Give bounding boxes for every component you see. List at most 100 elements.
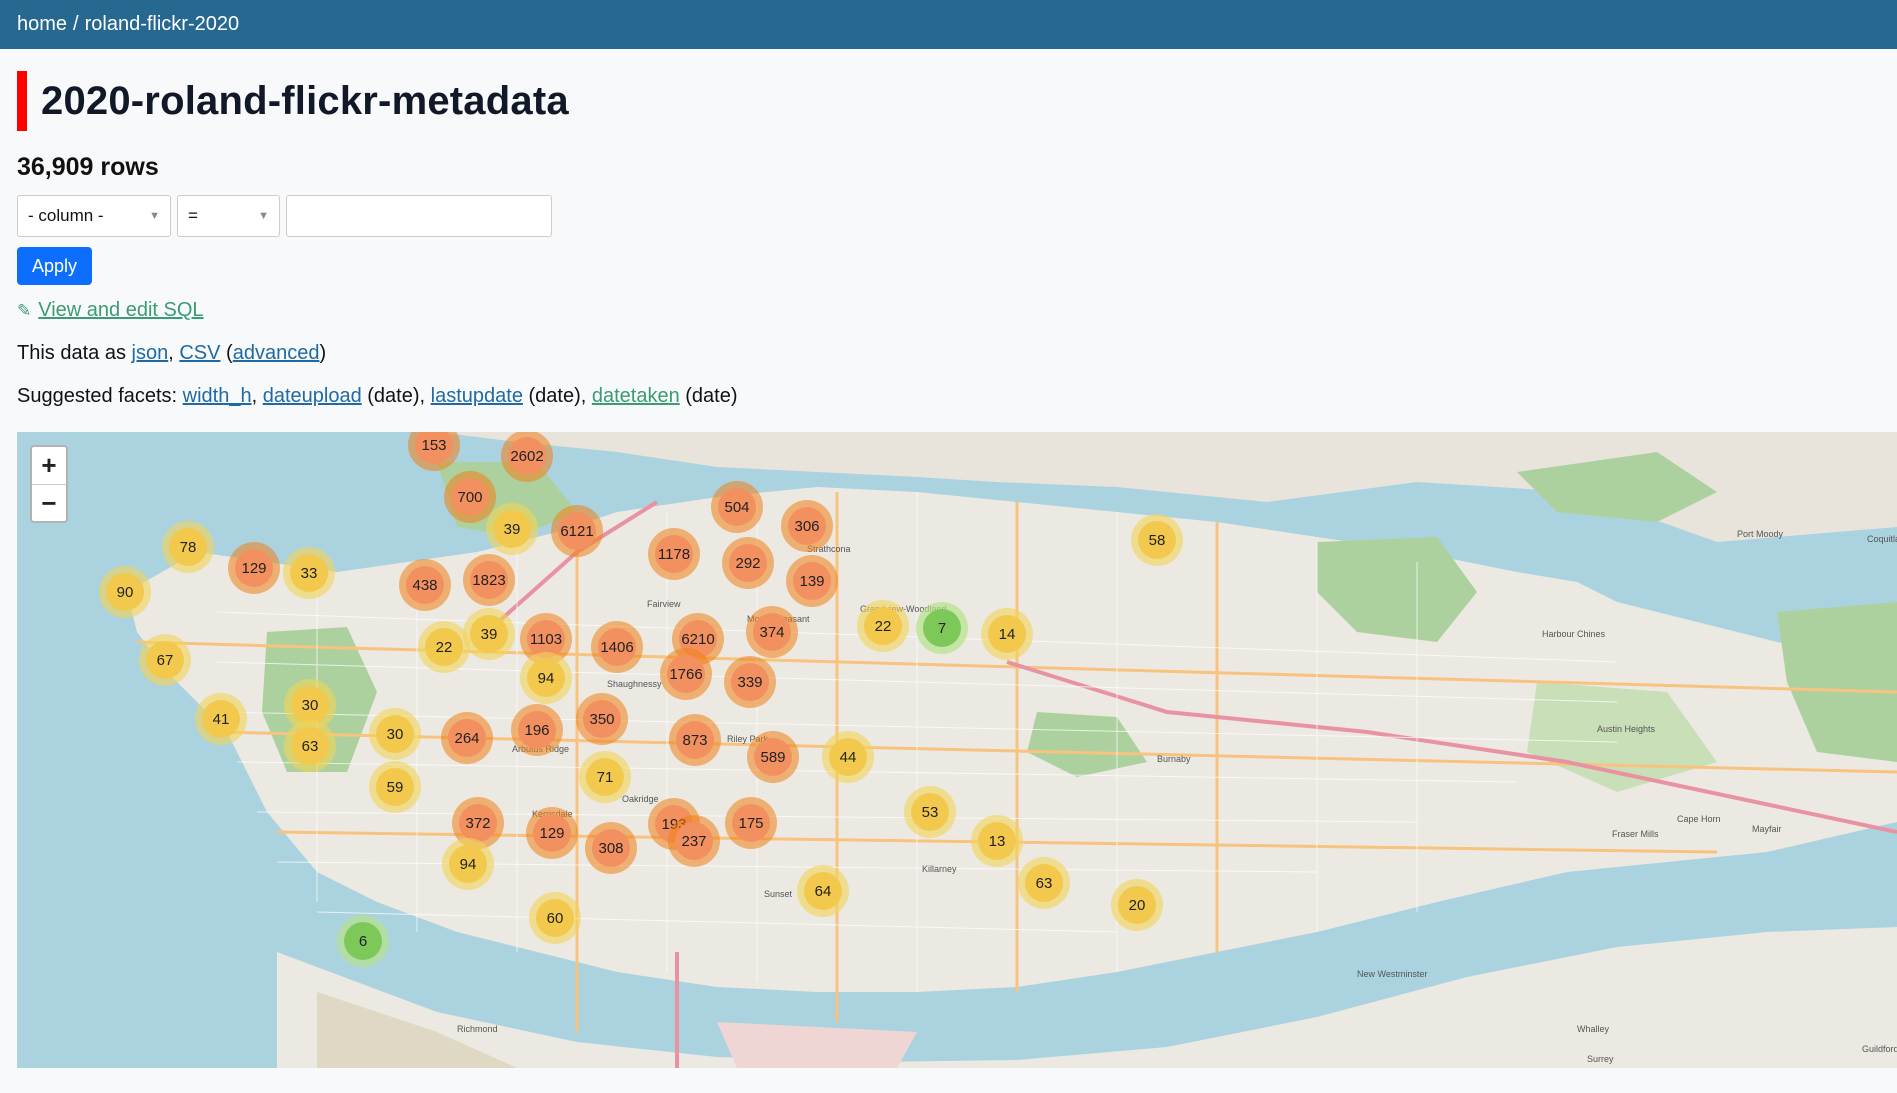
cluster-marker[interactable]: 139: [786, 555, 838, 607]
map-place-label: Richmond: [457, 1024, 498, 1034]
cluster-marker[interactable]: 339: [724, 656, 776, 708]
cluster-count: 13: [978, 822, 1016, 860]
column-select-value: - column -: [28, 206, 104, 225]
cluster-marker[interactable]: 237: [668, 815, 720, 867]
cluster-marker[interactable]: 30: [369, 708, 421, 760]
cluster-marker[interactable]: 306: [781, 500, 833, 552]
operator-select-value: =: [188, 206, 198, 225]
cluster-marker[interactable]: 14: [981, 608, 1033, 660]
cluster-marker[interactable]: 2602: [501, 432, 553, 482]
cluster-marker[interactable]: 90: [99, 566, 151, 618]
cluster-marker[interactable]: 129: [228, 542, 280, 594]
cluster-marker[interactable]: 1406: [591, 621, 643, 673]
cluster-marker[interactable]: 292: [722, 537, 774, 589]
advanced-export-link[interactable]: advanced: [233, 342, 320, 364]
export-links: This data as json, CSV (advanced): [17, 342, 327, 364]
cluster-marker[interactable]: 504: [711, 481, 763, 533]
cluster-marker[interactable]: 6121: [551, 505, 603, 557]
cluster-count: 6121: [558, 512, 596, 550]
cluster-marker[interactable]: 41: [195, 693, 247, 745]
map-place-label: Sunset: [764, 889, 793, 899]
cluster-marker[interactable]: 264: [441, 712, 493, 764]
cluster-marker[interactable]: 78: [162, 521, 214, 573]
apply-button[interactable]: Apply: [17, 247, 92, 285]
cluster-count: 438: [406, 566, 444, 604]
facet-link-lastupdate[interactable]: lastupdate: [431, 385, 523, 407]
facet-link-datetaken[interactable]: datetaken: [592, 385, 680, 407]
facet-suffix: ,: [251, 385, 258, 407]
cluster-marker[interactable]: 58: [1131, 514, 1183, 566]
breadcrumb-home-link[interactable]: home: [17, 13, 67, 36]
breadcrumb-database-link[interactable]: roland-flickr-2020: [85, 13, 240, 36]
zoom-in-button[interactable]: +: [32, 447, 66, 485]
cluster-marker[interactable]: 39: [486, 503, 538, 555]
cluster-count: 71: [586, 758, 624, 796]
cluster-marker[interactable]: 39: [463, 608, 515, 660]
map-place-label: Harbour Chines: [1542, 629, 1606, 639]
column-select[interactable]: - column - ▼: [17, 195, 171, 237]
cluster-marker[interactable]: 60: [529, 892, 581, 944]
csv-export-link[interactable]: CSV: [179, 342, 220, 364]
cluster-count: 22: [864, 607, 902, 645]
export-prefix: This data as: [17, 342, 126, 364]
cluster-marker[interactable]: 196: [511, 704, 563, 756]
cluster-map[interactable]: StrathconaFairviewMount PleasantShaughne…: [17, 432, 1897, 1068]
cluster-count: 53: [911, 793, 949, 831]
map-place-label: Fraser Mills: [1612, 829, 1659, 839]
json-export-link[interactable]: json: [132, 342, 169, 364]
cluster-count: 153: [415, 432, 453, 464]
zoom-out-button[interactable]: −: [32, 485, 66, 522]
cluster-marker[interactable]: 700: [444, 471, 496, 523]
map-place-label: Oakridge: [622, 794, 659, 804]
cluster-marker[interactable]: 589: [747, 731, 799, 783]
cluster-marker[interactable]: 1766: [660, 648, 712, 700]
cluster-count: 196: [518, 711, 556, 749]
cluster-marker[interactable]: 64: [797, 865, 849, 917]
map-place-label: New Westminster: [1357, 969, 1427, 979]
cluster-marker[interactable]: 44: [822, 731, 874, 783]
operator-select[interactable]: = ▼: [177, 195, 280, 237]
cluster-count: 306: [788, 507, 826, 545]
cluster-marker[interactable]: 175: [725, 797, 777, 849]
cluster-marker[interactable]: 53: [904, 786, 956, 838]
cluster-marker[interactable]: 308: [585, 822, 637, 874]
cluster-count: 374: [753, 613, 791, 651]
cluster-marker[interactable]: 22: [857, 600, 909, 652]
facet-link-dateupload[interactable]: dateupload: [263, 385, 362, 407]
map-place-label: Cape Horn: [1677, 814, 1721, 824]
cluster-marker[interactable]: 1178: [648, 528, 700, 580]
cluster-marker[interactable]: 1823: [463, 554, 515, 606]
cluster-marker[interactable]: 20: [1111, 879, 1163, 931]
cluster-marker[interactable]: 67: [139, 634, 191, 686]
facet-link-width-h[interactable]: width_h: [183, 385, 252, 407]
cluster-marker[interactable]: 129: [526, 807, 578, 859]
cluster-marker[interactable]: 63: [1018, 857, 1070, 909]
cluster-marker[interactable]: 63: [284, 720, 336, 772]
cluster-count: 1178: [655, 535, 693, 573]
cluster-marker[interactable]: 438: [399, 559, 451, 611]
cluster-count: 700: [451, 478, 489, 516]
cluster-count: 339: [731, 663, 769, 701]
sql-link-row: ✎ View and edit SQL: [17, 299, 1880, 322]
view-edit-sql-link[interactable]: View and edit SQL: [38, 299, 203, 322]
cluster-marker[interactable]: 94: [520, 652, 572, 704]
cluster-marker[interactable]: 94: [442, 838, 494, 890]
table-color-bar: [17, 71, 27, 131]
cluster-count: 41: [202, 700, 240, 738]
facet-suffix: (date),: [522, 385, 587, 407]
map-place-label: Guildford: [1862, 1044, 1897, 1054]
cluster-marker[interactable]: 873: [669, 714, 721, 766]
cluster-marker[interactable]: 22: [418, 621, 470, 673]
cluster-marker[interactable]: 71: [579, 751, 631, 803]
cluster-marker[interactable]: 59: [369, 761, 421, 813]
cluster-marker[interactable]: 6: [337, 915, 389, 967]
main-content: 2020-roland-flickr-metadata 36,909 rows …: [0, 71, 1897, 408]
cluster-marker[interactable]: 33: [283, 547, 335, 599]
cluster-marker[interactable]: 13: [971, 815, 1023, 867]
map-place-label: Shaughnessy: [607, 679, 662, 689]
cluster-marker[interactable]: 350: [576, 693, 628, 745]
filter-value-input[interactable]: [286, 195, 552, 237]
cluster-marker[interactable]: 7: [916, 602, 968, 654]
cluster-marker[interactable]: 374: [746, 606, 798, 658]
cluster-count: 175: [732, 804, 770, 842]
